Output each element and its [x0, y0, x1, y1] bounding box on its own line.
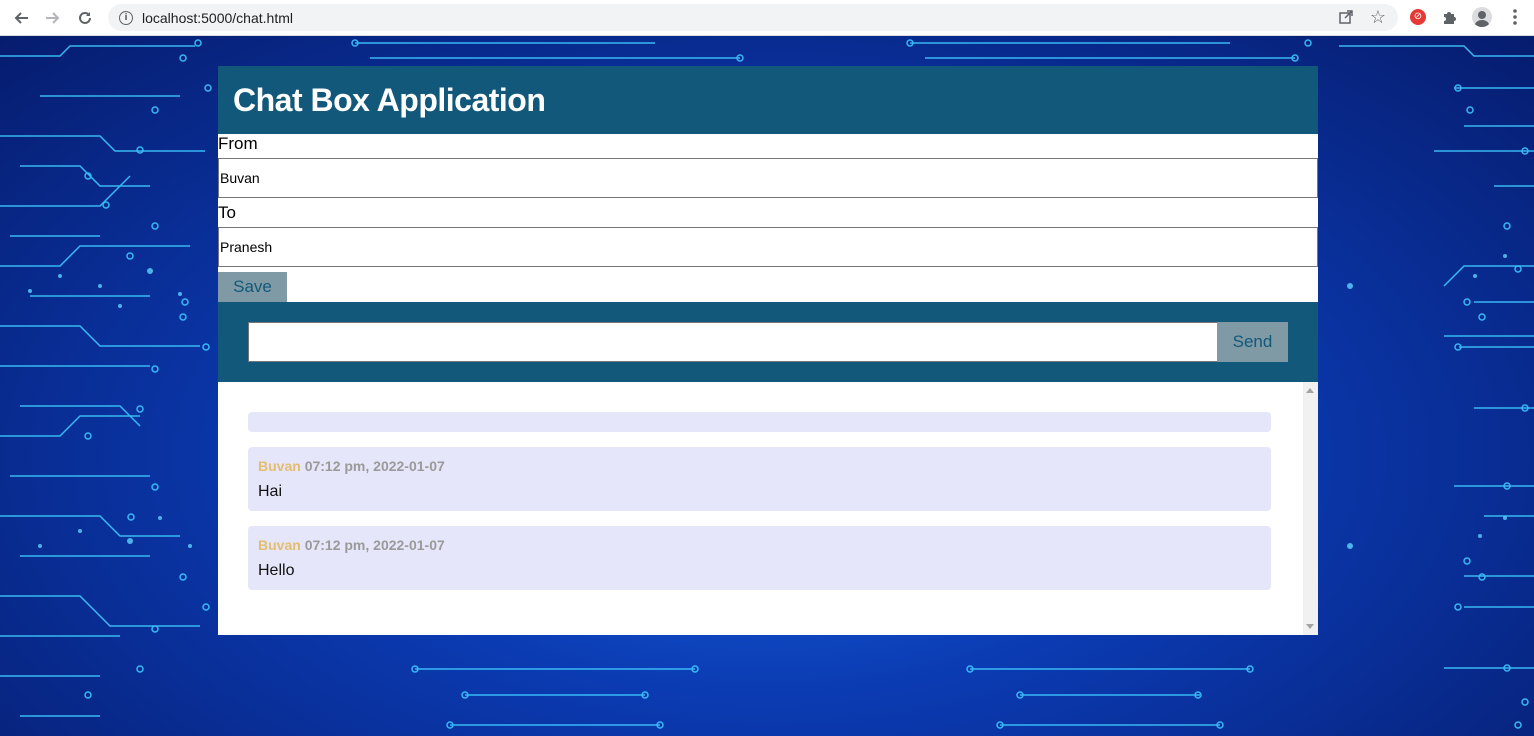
scrollbar[interactable]: [1303, 382, 1318, 635]
extension-icon[interactable]: ⊘: [1410, 9, 1426, 25]
message-input[interactable]: [248, 322, 1218, 362]
message-timestamp: 07:12 pm, 2022-01-07: [304, 537, 445, 553]
message-text: Hai: [258, 483, 283, 500]
compose-bar: Send: [218, 302, 1318, 382]
reload-icon[interactable]: [75, 8, 95, 28]
from-label: From: [218, 134, 258, 153]
url-text: localhost:5000/chat.html: [142, 9, 293, 26]
from-field[interactable]: [218, 158, 1318, 198]
chat-app: Chat Box Application From To Save Send B…: [218, 66, 1318, 635]
to-field[interactable]: [218, 227, 1318, 267]
back-arrow-icon[interactable]: [11, 8, 31, 28]
message-author: Buvan: [258, 458, 301, 474]
to-label: To: [218, 203, 236, 222]
info-icon[interactable]: i: [119, 10, 133, 25]
puzzle-icon[interactable]: [1441, 8, 1459, 26]
list-item: Buvan 07:12 pm, 2022-01-07 Hai: [248, 447, 1271, 511]
scroll-down-arrow-icon[interactable]: [1306, 624, 1314, 629]
message-meta: Buvan 07:12 pm, 2022-01-07: [258, 537, 445, 553]
message-meta: Buvan 07:12 pm, 2022-01-07: [258, 458, 445, 474]
menu-icon[interactable]: [1507, 8, 1523, 26]
message-text: Hello: [258, 562, 295, 579]
browser-toolbar: i localhost:5000/chat.html ☆ ⊘: [0, 0, 1534, 36]
send-button[interactable]: Send: [1217, 322, 1288, 362]
forward-arrow-icon[interactable]: [43, 8, 63, 28]
message-timestamp: 07:12 pm, 2022-01-07: [304, 458, 445, 474]
message-author: Buvan: [258, 537, 301, 553]
app-header: Chat Box Application: [218, 66, 1318, 134]
save-button[interactable]: Save: [218, 272, 287, 302]
profile-icon[interactable]: [1472, 7, 1492, 27]
message-list[interactable]: Buvan 07:12 pm, 2022-01-07 Hai Buvan 07:…: [218, 382, 1318, 635]
list-item: Buvan 07:12 pm, 2022-01-07 Hello: [248, 526, 1271, 590]
page-title: Chat Box Application: [233, 81, 546, 118]
list-item: [248, 412, 1271, 432]
address-bar[interactable]: i localhost:5000/chat.html ☆: [108, 4, 1398, 31]
share-icon[interactable]: [1338, 9, 1354, 25]
scroll-up-arrow-icon[interactable]: [1306, 388, 1314, 393]
star-icon[interactable]: ☆: [1370, 7, 1386, 27]
